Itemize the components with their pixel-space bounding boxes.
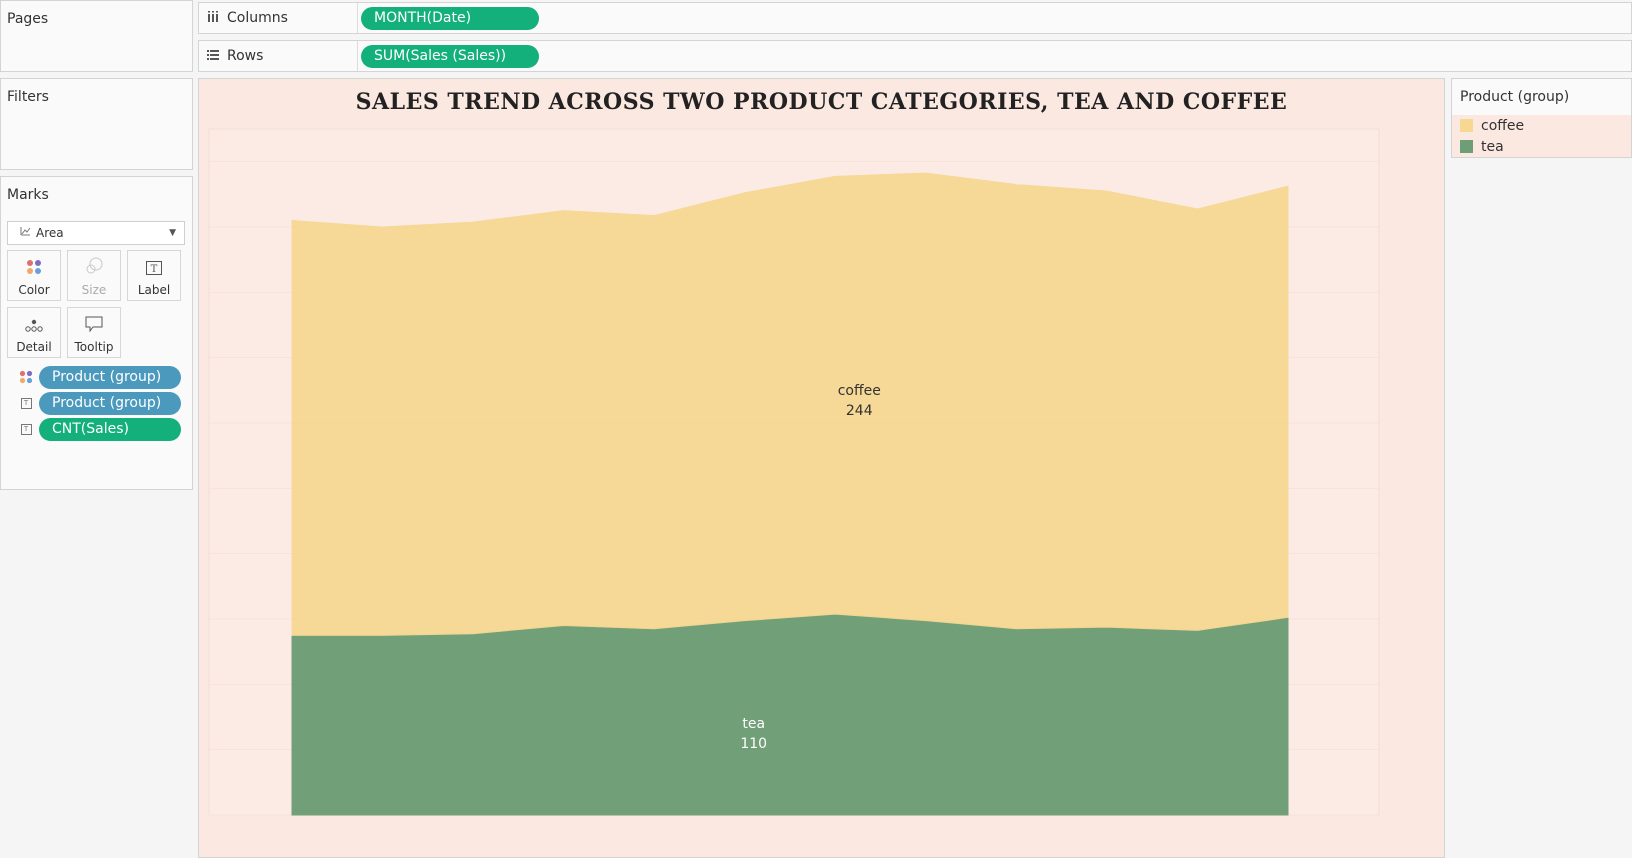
chart-view[interactable]: tea 110 coffee 244 Sales Trend across two p…	[198, 78, 1445, 858]
cnt-sales-pill[interactable]: CNT(Sales)	[39, 417, 181, 441]
label-label: Label	[137, 283, 171, 297]
svg-text:T: T	[151, 264, 158, 275]
legend-item-tea[interactable]: tea	[1452, 136, 1631, 157]
chevron-down-icon[interactable]: ▼	[169, 222, 176, 244]
columns-shelf[interactable]: Columns MONTH(Date)	[198, 2, 1632, 34]
area-chart-icon	[20, 222, 31, 244]
detail-label: Detail	[16, 340, 52, 354]
legend-item-coffee[interactable]: coffee	[1452, 115, 1631, 136]
color-legend: Product (group) coffee tea	[1451, 78, 1632, 158]
shelf-divider	[357, 41, 358, 71]
legend-title: Product (group)	[1460, 89, 1570, 105]
label-t-icon: T	[15, 423, 37, 435]
marks-field-label-cnt: T CNT(Sales)	[15, 417, 181, 441]
columns-label: Columns	[227, 10, 288, 26]
rows-icon	[207, 48, 219, 64]
label-t-icon: T	[128, 257, 180, 283]
label-button[interactable]: T Label	[127, 250, 181, 301]
marks-field-label: T Product (group)	[15, 391, 181, 415]
marks-card: Marks Area ▼ Color Size T Label Detail T…	[0, 176, 193, 490]
size-circles-icon	[68, 257, 120, 283]
rows-label: Rows	[227, 48, 264, 64]
sum-sales-pill[interactable]: SUM(Sales (Sales))	[361, 45, 539, 68]
data-value-coffee: 244	[846, 403, 873, 419]
product-group-label-pill[interactable]: Product (group)	[39, 391, 181, 415]
label-t-icon: T	[15, 397, 37, 409]
tooltip-button[interactable]: Tooltip	[67, 307, 121, 358]
data-value-tea: 110	[740, 736, 767, 752]
filters-card[interactable]: Filters	[0, 78, 193, 170]
area-chart[interactable]: tea 110 coffee 244	[199, 79, 1444, 857]
month-date-pill[interactable]: MONTH(Date)	[361, 7, 539, 30]
legend-label-coffee: coffee	[1481, 117, 1525, 134]
size-label: Size	[81, 283, 107, 297]
columns-icon	[207, 10, 219, 26]
chart-title: Sales Trend across two product categorie…	[355, 89, 1288, 115]
pages-title: Pages	[7, 11, 49, 27]
shelf-divider	[357, 3, 358, 33]
tooltip-bubble-icon	[68, 314, 120, 340]
mark-type-label: Area	[36, 226, 64, 240]
rows-shelf[interactable]: Rows SUM(Sales (Sales))	[198, 40, 1632, 72]
color-label: Color	[18, 283, 50, 297]
legend-swatch-coffee	[1460, 119, 1473, 132]
filters-title: Filters	[7, 89, 49, 105]
legend-swatch-tea	[1460, 140, 1473, 153]
tooltip-label: Tooltip	[74, 340, 114, 354]
product-group-color-pill[interactable]: Product (group)	[39, 365, 181, 389]
data-label-coffee: coffee	[838, 383, 881, 399]
detail-dots-icon	[8, 314, 60, 340]
legend-items: coffee tea	[1452, 115, 1631, 157]
pages-card: Pages	[0, 0, 193, 72]
marks-title: Marks	[7, 187, 49, 203]
color-dots-icon	[8, 257, 60, 283]
legend-label-tea: tea	[1481, 138, 1504, 155]
size-button[interactable]: Size	[67, 250, 121, 301]
area-tea	[291, 613, 1289, 816]
rows-shelf-label-wrap: Rows	[207, 48, 263, 64]
data-label-tea: tea	[742, 716, 765, 732]
color-dots-icon	[15, 370, 37, 384]
columns-shelf-label-wrap: Columns	[207, 10, 288, 26]
detail-button[interactable]: Detail	[7, 307, 61, 358]
color-button[interactable]: Color	[7, 250, 61, 301]
area-coffee	[291, 172, 1289, 636]
marks-field-color: Product (group)	[15, 365, 181, 389]
mark-type-dropdown[interactable]: Area ▼	[7, 221, 185, 245]
